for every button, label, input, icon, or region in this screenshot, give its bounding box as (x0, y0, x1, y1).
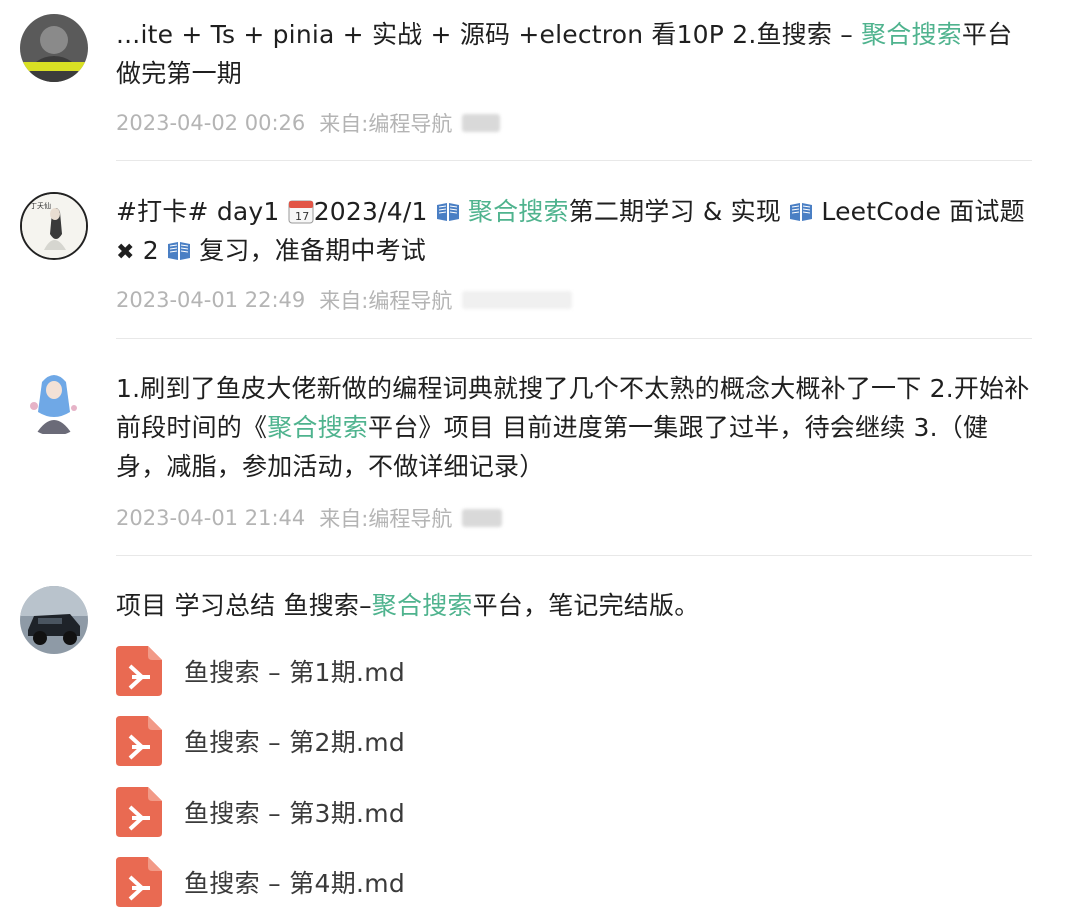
avatar[interactable] (20, 586, 88, 654)
source-name[interactable]: 编程导航 (368, 285, 452, 315)
post-meta: 2023-04-01 21:44 来自: 编程导航 (116, 503, 503, 533)
calendar-icon: 17 (288, 200, 314, 224)
source-name[interactable]: 编程导航 (368, 108, 452, 138)
attachment-name: 鱼搜索 – 第2期.md (184, 728, 406, 757)
redacted-area (462, 509, 503, 527)
attachment-name: 鱼搜索 – 第3期.md (184, 799, 406, 828)
divider (116, 555, 1032, 556)
avatar[interactable]: 丁夭仙 (20, 192, 88, 260)
pdf-file-icon (116, 857, 162, 907)
pdf-file-icon (116, 646, 162, 696)
pdf-file-icon (116, 716, 162, 766)
topic-link[interactable]: 聚合搜索 (861, 20, 962, 49)
post-text-part: 2 (134, 236, 168, 265)
source-name[interactable]: 编程导航 (368, 503, 452, 533)
topic-link[interactable]: 聚合搜索 (468, 197, 569, 226)
redacted-area (462, 114, 501, 132)
attachment-name: 鱼搜索 – 第1期.md (184, 658, 406, 687)
open-book-icon (790, 203, 813, 221)
post-time: 2023-04-01 22:49 (116, 288, 306, 312)
post-text: ...ite + Ts + pinia + 实战 + 源码 +electron … (116, 15, 1036, 93)
post-text-part: #打卡# day1 (116, 197, 288, 226)
avatar[interactable] (20, 14, 88, 82)
post-time: 2023-04-02 00:26 (116, 111, 306, 135)
post-time: 2023-04-01 21:44 (116, 506, 306, 530)
post-text-part: 第二期学习 & 实现 (568, 197, 790, 226)
post-meta: 2023-04-02 00:26 来自: 编程导航 (116, 108, 501, 138)
attachment-item[interactable]: 鱼搜索 – 第2期.md (116, 715, 405, 767)
source-label: 来自: (319, 507, 369, 531)
post-text: 项目 学习总结 鱼搜索–聚合搜索平台，笔记完结版。 (116, 586, 1036, 625)
source-label: 来自: (319, 289, 369, 313)
pdf-file-icon (116, 787, 162, 837)
open-book-icon (168, 242, 191, 260)
post-text: 1.刷到了鱼皮大佬新做的编程词典就搜了几个不太熟的概念大概补了一下 2.开始补前… (116, 369, 1036, 486)
svg-text:丁夭仙: 丁夭仙 (30, 201, 51, 210)
open-book-icon (436, 203, 459, 221)
source-label: 来自: (319, 112, 369, 136)
divider (116, 160, 1032, 161)
post-text-part: ...ite + Ts + pinia + 实战 + 源码 +electron … (116, 20, 862, 49)
avatar[interactable] (20, 368, 88, 436)
topic-link[interactable]: 聚合搜索 (267, 413, 368, 442)
post-text-part: 平台，笔记完结版。 (472, 591, 700, 620)
attachment-item[interactable]: 鱼搜索 – 第3期.md (116, 786, 405, 838)
svg-text:17: 17 (295, 210, 309, 223)
attachment-name: 鱼搜索 – 第4期.md (184, 869, 406, 898)
divider (116, 338, 1032, 339)
post-text-part: 项目 学习总结 鱼搜索– (116, 591, 372, 620)
post-text-part: LeetCode 面试题 (813, 197, 1025, 226)
post-text-part: 2023/4/1 (313, 197, 436, 226)
post-meta: 2023-04-01 22:49 来自: 编程导航 (116, 285, 573, 315)
attachment-item[interactable]: 鱼搜索 – 第1期.md (116, 645, 405, 697)
attachment-item[interactable]: 鱼搜索 – 第4期.md (116, 856, 405, 908)
post-text-part: 复习，准备期中考试 (191, 236, 426, 265)
redacted-area (462, 291, 573, 309)
topic-link[interactable]: 聚合搜索 (372, 591, 473, 620)
post-text: #打卡# day1 17 2023/4/1 聚合搜索第二期学习 & 实现 Leet… (116, 192, 1036, 272)
heavy-multiplication-icon: ✖ (116, 240, 135, 265)
